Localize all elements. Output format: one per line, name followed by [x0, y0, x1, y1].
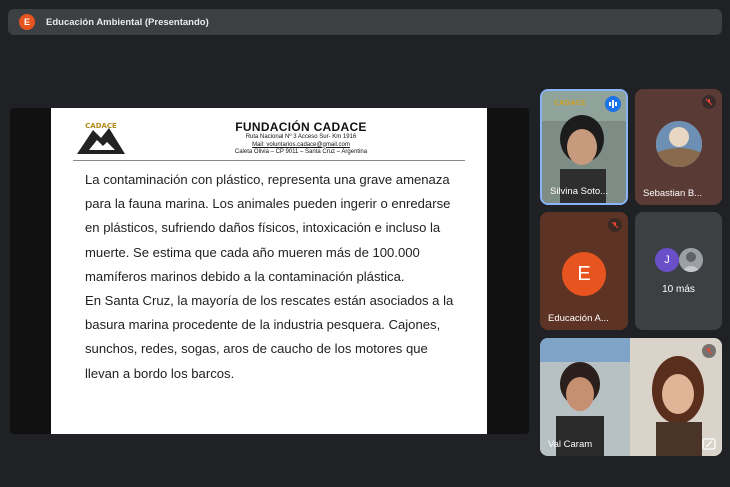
address-line-1: Ruta Nacional Nº 3 Acceso Sur- Km 1916 [245, 134, 357, 140]
presenting-title: Educación Ambiental (Presentando) [46, 16, 209, 28]
logo-text: CADACE [85, 122, 117, 130]
presenter-avatar: E [19, 14, 35, 30]
cadace-logo: CADACE [77, 122, 125, 154]
presenting-bar[interactable]: E Educación Ambiental (Presentando) [8, 9, 722, 35]
slide-paragraph-1: La contaminación con plástico, represent… [85, 172, 451, 284]
slide-divider [73, 160, 465, 161]
org-name: FUNDACIÓN CADACE [235, 120, 367, 134]
more-participants-tile[interactable]: J 10 más [635, 212, 722, 330]
participant-avatar [679, 248, 703, 272]
participant-tile-sebastian[interactable]: Sebastian B... [635, 89, 722, 205]
slide-paragraph-2: En Santa Cruz, la mayoría de los rescate… [85, 293, 454, 381]
participant-tile-educacion[interactable]: E Educación A... [540, 212, 628, 330]
mic-off-icon [608, 218, 622, 232]
participant-tile-silvina[interactable]: CADACE Silvina Soto... [540, 89, 628, 205]
participant-name: Silvina Soto... [550, 186, 609, 197]
participant-initial-avatar: E [562, 252, 606, 296]
participant-tile-val-caram[interactable]: Val Caram [540, 338, 722, 456]
participant-initial-avatar: J [655, 248, 679, 272]
presentation-slide: CADACE FUNDACIÓN CADACE Ruta Nacional Nº… [51, 108, 487, 434]
participant-name: Val Caram [548, 439, 593, 450]
slide-body: La contaminación con plástico, represent… [85, 168, 465, 386]
mail-line: Mail: voluntarios.cadace@gmail.com [252, 141, 350, 148]
mic-off-icon [702, 344, 716, 358]
svg-text:CADACE: CADACE [554, 99, 586, 107]
speaking-indicator-icon [605, 96, 621, 112]
slide-header: FUNDACIÓN CADACE Ruta Nacional Nº 3 Acce… [171, 120, 431, 157]
address-line-2: Caleta Olivia – CP 9011 – Santa Cruz – A… [234, 149, 368, 155]
participant-name: Educación A... [548, 313, 609, 324]
pin-icon[interactable] [702, 438, 716, 450]
mic-off-icon [702, 95, 716, 109]
participant-name: Sebastian B... [643, 188, 703, 199]
more-participants-label: 10 más [662, 284, 695, 295]
participant-avatar [656, 121, 702, 167]
